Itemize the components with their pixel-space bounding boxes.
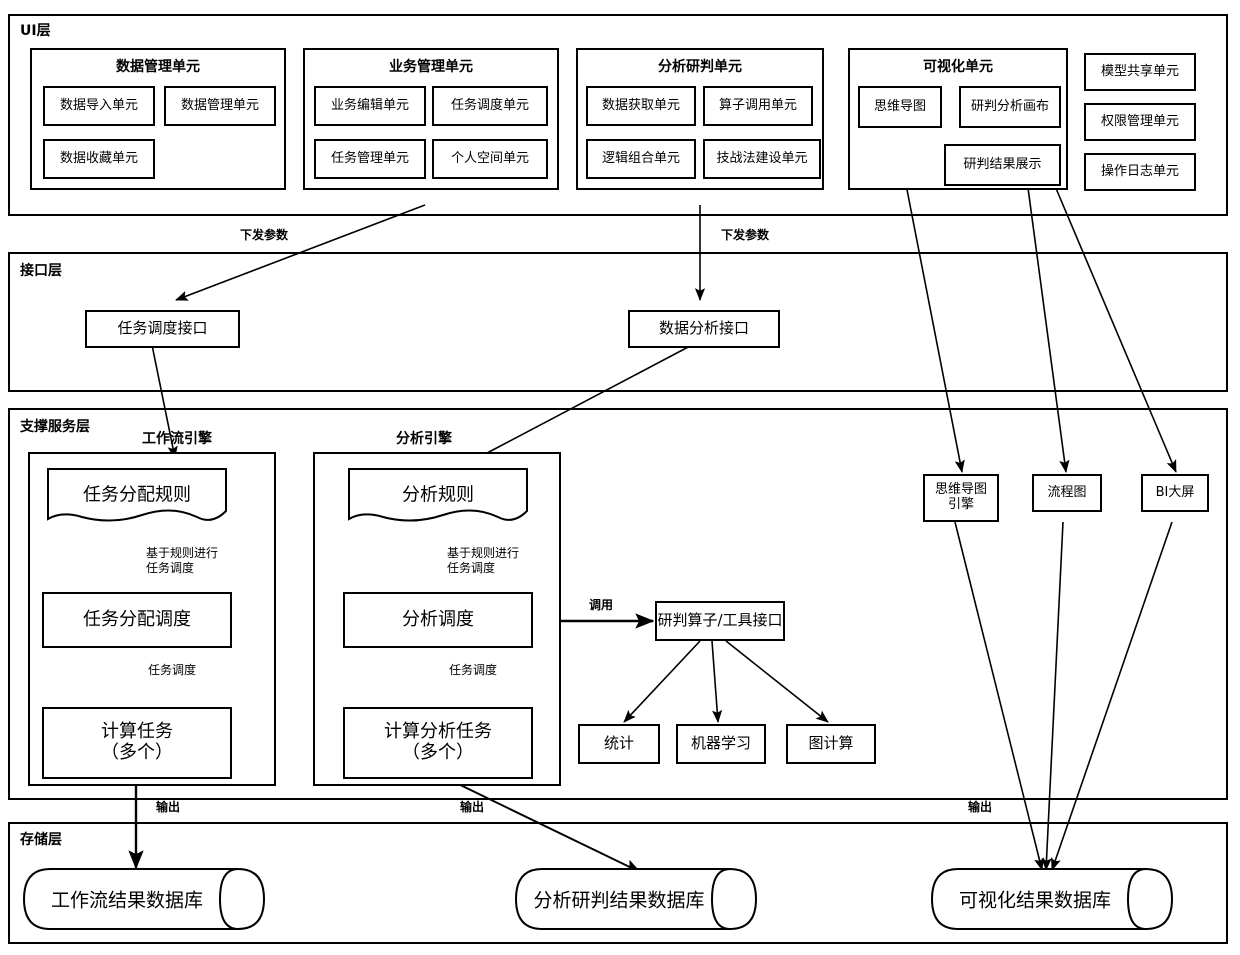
ui-group-analysis-title: 分析研判单元 [658, 59, 742, 75]
viz-engine-mindmap[interactable]: 思维导图 引擎 [923, 474, 999, 522]
workflow-task-line1: 计算任务 [101, 721, 173, 743]
operator-child-statistics[interactable]: 统计 [578, 724, 660, 764]
analysis-task-box[interactable]: 计算分析任务 （多个） [343, 707, 533, 779]
analysis-edge-label-1-line2: 任务调度 [447, 561, 496, 575]
database-analysis-results-label: 分析研判结果数据库 [533, 889, 705, 912]
edge-label-dispatch-params-1: 下发参数 [239, 228, 288, 242]
ui-item-data-favorite[interactable]: 数据收藏单元 [43, 139, 155, 179]
ui-item-analysis-canvas[interactable]: 研判分析画布 [959, 86, 1061, 128]
workflow-edge-label-1-line2: 任务调度 [146, 561, 195, 575]
interface-box-task-schedule[interactable]: 任务调度接口 [85, 310, 240, 348]
viz-engine-mindmap-line1: 思维导图 [934, 482, 987, 498]
operator-interface-box[interactable]: 研判算子/工具接口 [655, 601, 785, 641]
ui-item-task-schedule[interactable]: 任务调度单元 [432, 86, 548, 126]
ui-item-permission-management[interactable]: 权限管理单元 [1084, 103, 1196, 141]
engine-workflow-title: 工作流引擎 [142, 431, 212, 447]
ui-group-business-management-title: 业务管理单元 [389, 59, 473, 75]
ui-item-personal-space[interactable]: 个人空间单元 [432, 139, 548, 179]
ui-group-data-management-title: 数据管理单元 [116, 59, 200, 75]
workflow-rule-shape[interactable]: 任务分配规则 [42, 465, 232, 527]
ui-item-business-edit[interactable]: 业务编辑单元 [314, 86, 426, 126]
workflow-task-line2: （多个） [101, 742, 173, 763]
architecture-diagram: UI层 数据管理单元 数据导入单元 数据管理单元 数据收藏单元 业务管理单元 业… [0, 0, 1240, 955]
edge-label-output-3: 输出 [967, 800, 992, 814]
ui-item-operator-call[interactable]: 算子调用单元 [703, 86, 813, 126]
engine-analysis-title: 分析引擎 [396, 431, 452, 447]
analysis-edge-label-2: 任务调度 [449, 663, 498, 677]
ui-item-data-management[interactable]: 数据管理单元 [164, 86, 276, 126]
layer-interface-title: 接口层 [20, 263, 62, 279]
analysis-rule-label: 分析规则 [402, 484, 474, 506]
analysis-edge-label-1-line1: 基于规则进行 [447, 546, 520, 560]
analysis-task-line1: 计算分析任务 [384, 721, 492, 743]
ui-group-visualization-title: 可视化单元 [923, 59, 993, 75]
ui-item-task-management[interactable]: 任务管理单元 [314, 139, 426, 179]
ui-item-model-share[interactable]: 模型共享单元 [1084, 53, 1196, 91]
workflow-schedule-box[interactable]: 任务分配调度 [42, 592, 232, 648]
operator-call-label: 调用 [588, 598, 613, 612]
ui-item-operation-log[interactable]: 操作日志单元 [1084, 153, 1196, 191]
analysis-edge-label-1: 基于规则进行 任务调度 [447, 546, 567, 576]
operator-child-graph-computing[interactable]: 图计算 [786, 724, 876, 764]
layer-storage-title: 存储层 [20, 832, 62, 848]
analysis-task-line2: （多个） [402, 742, 474, 763]
workflow-edge-label-1-line1: 基于规则进行 [146, 546, 219, 560]
viz-engine-mindmap-line2: 引擎 [947, 497, 974, 512]
viz-engine-flowchart[interactable]: 流程图 [1032, 474, 1102, 512]
ui-item-result-display[interactable]: 研判结果展示 [944, 144, 1061, 186]
layer-support-title: 支撑服务层 [20, 419, 90, 435]
interface-box-data-analysis[interactable]: 数据分析接口 [628, 310, 780, 348]
edge-label-output-2: 输出 [459, 800, 484, 814]
ui-item-mindmap[interactable]: 思维导图 [858, 86, 942, 128]
viz-engine-bi-screen[interactable]: BI大屏 [1141, 474, 1209, 512]
ui-item-logic-combine[interactable]: 逻辑组合单元 [586, 139, 696, 179]
edge-label-output-1: 输出 [155, 800, 180, 814]
workflow-edge-label-1: 基于规则进行 任务调度 [146, 546, 266, 576]
workflow-task-box[interactable]: 计算任务 （多个） [42, 707, 232, 779]
ui-item-data-import[interactable]: 数据导入单元 [43, 86, 155, 126]
database-analysis-results[interactable]: 分析研判结果数据库 [512, 868, 760, 930]
database-visualization-results-label: 可视化结果数据库 [958, 889, 1111, 912]
edge-label-dispatch-params-2: 下发参数 [720, 228, 769, 242]
operator-child-machine-learning[interactable]: 机器学习 [676, 724, 766, 764]
database-visualization-results[interactable]: 可视化结果数据库 [928, 868, 1176, 930]
ui-item-tactics-build[interactable]: 技战法建设单元 [703, 139, 821, 179]
layer-ui-title: UI层 [20, 23, 51, 39]
database-workflow-results[interactable]: 工作流结果数据库 [20, 868, 268, 930]
workflow-edge-label-2: 任务调度 [148, 663, 197, 677]
analysis-schedule-box[interactable]: 分析调度 [343, 592, 533, 648]
analysis-rule-shape[interactable]: 分析规则 [343, 465, 533, 527]
database-workflow-results-label: 工作流结果数据库 [50, 889, 203, 912]
workflow-rule-label: 任务分配规则 [83, 484, 191, 506]
ui-item-data-acquire[interactable]: 数据获取单元 [586, 86, 696, 126]
